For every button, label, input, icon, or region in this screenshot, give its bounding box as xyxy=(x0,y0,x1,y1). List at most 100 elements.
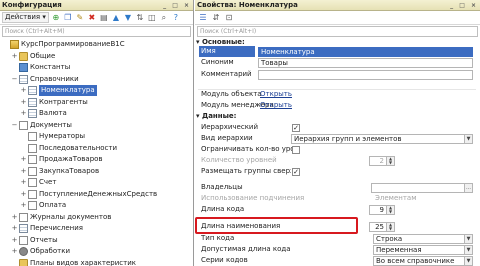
tree-node[interactable]: − Справочники xyxy=(0,74,193,86)
prop-synonym-value[interactable]: Товары xyxy=(258,58,473,68)
tree-node[interactable]: Планы видов характеристик xyxy=(0,258,193,266)
tree-node-label: Номенклатура xyxy=(39,85,97,96)
expand-icon[interactable]: + xyxy=(20,97,27,108)
chevron-down-icon[interactable]: ▼ xyxy=(464,246,472,254)
object-module-open-link[interactable]: Открыть xyxy=(258,90,292,100)
actions-menu-button[interactable]: Действия ▾ xyxy=(2,12,49,23)
tree-node[interactable]: + Контрагенты xyxy=(0,97,193,109)
expand-icon[interactable]: + xyxy=(20,189,27,200)
prop-object-module-row: Модуль объекта Открыть xyxy=(195,89,480,101)
help-icon[interactable]: ? xyxy=(171,13,181,23)
tree-node[interactable]: + Оплата xyxy=(0,200,193,212)
expand-icon[interactable]: + xyxy=(11,51,18,62)
tree-node[interactable]: + Перечисления xyxy=(0,223,193,235)
allowed-code-length-select[interactable]: Переменная ▼ xyxy=(373,245,473,255)
hierarchy-type-select[interactable]: Иерархия групп и элементов ▼ xyxy=(291,134,473,144)
code-series-select[interactable]: Во всем справочнике ▼ xyxy=(373,256,473,266)
tree-node[interactable]: + ЗакупкаТоваров xyxy=(0,166,193,178)
sort-icon[interactable]: ⇅ xyxy=(135,13,145,23)
expand-icon[interactable]: + xyxy=(11,212,18,223)
window-buttons[interactable]: _ □ × xyxy=(163,1,191,11)
properties-search-input[interactable]: Поиск (Ctrl+Alt+I) xyxy=(197,26,478,37)
code-length-spinner[interactable]: ▲ ▼ xyxy=(386,206,394,214)
prop-allowed-code-length-row: Допустимая длина кода Переменная ▼ xyxy=(195,244,480,256)
tree-node[interactable]: + Обработки xyxy=(0,246,193,258)
prop-name-row[interactable]: Имя Номенклатура xyxy=(195,46,480,58)
tree-node[interactable]: + Валюта xyxy=(0,108,193,120)
collapse-icon[interactable]: − xyxy=(11,120,18,131)
tree-node-label: Отчеты xyxy=(30,235,58,244)
prop-comment-row[interactable]: Комментарий xyxy=(195,69,480,81)
edit-icon[interactable]: ✎ xyxy=(75,13,85,23)
prop-name-length-row: Длина наименования 25 ▲ ▼ xyxy=(195,221,480,233)
delete-icon[interactable]: ✖ xyxy=(87,13,97,23)
tree-node[interactable]: + Общие xyxy=(0,51,193,63)
group-data-label: ▾ Данные: xyxy=(196,112,237,120)
alphabetical-view-icon[interactable]: ⇵ xyxy=(211,13,221,23)
tree-node[interactable]: + Отчеты xyxy=(0,235,193,247)
properties-window-buttons[interactable]: _ □ × xyxy=(450,1,478,11)
expand-icon[interactable]: + xyxy=(20,166,27,177)
code-type-select[interactable]: Строка ▼ xyxy=(373,234,473,244)
tree-node[interactable]: + Номенклатура xyxy=(0,85,193,97)
properties-title: Свойства: Номенклатура xyxy=(197,1,298,9)
add-icon[interactable]: ⊕ xyxy=(51,13,61,23)
level-count-input[interactable]: 2 ▲ ▼ xyxy=(369,156,395,166)
group-data[interactable]: ▾ Данные: xyxy=(195,111,480,123)
move-down-icon[interactable]: ▼ xyxy=(123,13,133,23)
book-icon xyxy=(10,40,19,49)
tree-node[interactable]: + ПродажаТоваров xyxy=(0,154,193,166)
limit-levels-checkbox[interactable] xyxy=(292,145,300,154)
prop-comment-value[interactable] xyxy=(258,70,473,80)
expand-icon[interactable]: + xyxy=(20,177,27,188)
expand-icon[interactable]: + xyxy=(11,246,18,257)
prop-hierarchy-type-label: Вид иерархии xyxy=(201,134,253,142)
tree-node[interactable]: − Документы xyxy=(0,120,193,132)
name-length-input[interactable]: 25 ▲ ▼ xyxy=(369,222,395,232)
prop-name-value[interactable]: Номенклатура xyxy=(258,47,473,57)
code-length-input[interactable]: 9 ▲ ▼ xyxy=(369,205,395,215)
move-up-icon[interactable]: ▲ xyxy=(111,13,121,23)
owners-input[interactable]: … xyxy=(371,183,473,193)
collapse-icon[interactable]: − xyxy=(11,74,18,85)
filter-icon[interactable]: ◫ xyxy=(147,13,157,23)
tree-node[interactable]: + ПоступлениеДенежныхСредств xyxy=(0,189,193,201)
ellipsis-icon[interactable]: … xyxy=(464,184,472,192)
chevron-down-icon[interactable]: ▼ xyxy=(464,135,472,143)
tree-node-label: Контрагенты xyxy=(39,97,88,106)
search-icon[interactable]: ⌕ xyxy=(159,13,169,23)
properties-icon[interactable]: ▤ xyxy=(99,13,109,23)
configuration-search-input[interactable]: Поиск (Ctrl+Alt+M) xyxy=(2,26,191,37)
hierarchical-checkbox[interactable]: ✓ xyxy=(292,123,300,132)
catalog-icon xyxy=(28,97,37,107)
pin-icon[interactable]: ⊡ xyxy=(224,13,234,23)
expand-icon[interactable]: + xyxy=(20,85,27,96)
name-length-spinner[interactable]: ▲ ▼ xyxy=(386,223,394,231)
expand-icon[interactable]: + xyxy=(11,235,18,246)
chevron-down-icon[interactable]: ▼ xyxy=(464,235,472,243)
tree-node[interactable]: Последовательности xyxy=(0,143,193,155)
tree-node[interactable]: + Счет xyxy=(0,177,193,189)
groups-on-top-checkbox[interactable]: ✓ xyxy=(292,167,300,176)
prop-synonym-row[interactable]: Синоним Товары xyxy=(195,57,480,69)
categorized-view-icon[interactable]: ☰ xyxy=(198,13,208,23)
expand-icon[interactable]: + xyxy=(11,223,18,234)
prop-level-count-row: Количество уровней 2 ▲ ▼ xyxy=(195,155,480,167)
tree-node-label: Счет xyxy=(39,178,57,186)
properties-panel: Свойства: Номенклатура _ □ × ☰ ⇵ ⊡ Поиск… xyxy=(195,0,480,266)
prop-limit-levels-label: Ограничивать кол-во уровней xyxy=(201,145,297,153)
tree-node[interactable]: Константы xyxy=(0,62,193,74)
tree-node[interactable]: + Журналы документов xyxy=(0,212,193,224)
prop-code-series-row: Серии кодов Во всем справочнике ▼ xyxy=(195,255,480,266)
tree-node[interactable]: Нумераторы xyxy=(0,131,193,143)
manager-module-open-link[interactable]: Открыть xyxy=(258,101,292,111)
tree-node[interactable]: КурсПрограммированиеВ1С xyxy=(0,39,193,51)
expand-icon[interactable]: + xyxy=(20,154,27,165)
expand-icon[interactable]: + xyxy=(20,200,27,211)
tree-node-label: Журналы документов xyxy=(30,212,112,221)
level-count-spinner[interactable]: ▲ ▼ xyxy=(386,157,394,165)
chevron-down-icon[interactable]: ▼ xyxy=(464,257,472,265)
expand-icon[interactable]: + xyxy=(20,108,27,119)
copy-icon[interactable]: ❐ xyxy=(63,13,73,23)
tree-node-label: ПродажаТоваров xyxy=(39,155,103,163)
